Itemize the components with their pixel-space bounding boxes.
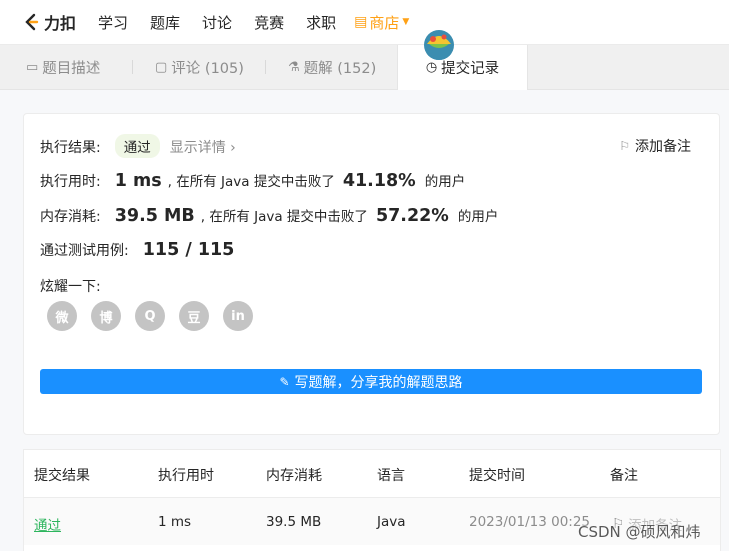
leetcode-logo-icon	[25, 13, 39, 31]
nav-item-contest[interactable]: 竞赛	[254, 12, 284, 33]
add-note-label: 添加备注	[635, 139, 691, 155]
add-note-button[interactable]: ⚐ 添加备注	[619, 136, 691, 156]
header-note: 备注	[610, 468, 638, 484]
header-time: 提交时间	[469, 468, 525, 484]
result-row: 执行结果: 通过 显示详情 ›	[40, 134, 236, 158]
watermark: CSDN @硕风和炜	[578, 523, 701, 541]
nav-item-problems[interactable]: 题库	[150, 12, 180, 33]
header-status: 提交结果	[34, 468, 90, 484]
mascot-avatar	[424, 30, 454, 60]
nav-item-jobs[interactable]: 求职	[306, 12, 336, 33]
comment-icon: ▢	[155, 59, 168, 75]
row-time: 2023/01/13 00:25	[469, 514, 591, 530]
memory-value: 39.5 MB	[114, 206, 195, 226]
table-header: 提交结果 执行用时 内存消耗 语言 提交时间 备注	[24, 450, 720, 498]
store-icon: ▤	[354, 14, 368, 30]
runtime-percent: 41.18%	[342, 171, 416, 191]
weibo-icon[interactable]: 博	[91, 301, 121, 331]
nav-item-discuss[interactable]: 讨论	[202, 12, 232, 33]
share-label: 炫耀一下:	[40, 279, 101, 295]
tests-label: 通过测试用例:	[40, 243, 129, 259]
problem-tabs: ▭ 题目描述 ▢ 评论 (105) ⚗ 题解 (152) ◷ 提交记录	[0, 45, 729, 90]
wechat-icon[interactable]: 微	[47, 301, 77, 331]
result-label: 执行结果:	[40, 140, 101, 156]
flask-icon: ⚗	[288, 59, 300, 75]
row-language: Java	[377, 514, 406, 530]
show-details-link[interactable]: 显示详情 ›	[170, 137, 236, 157]
status-badge: 通过	[114, 134, 160, 158]
row-memory: 39.5 MB	[266, 514, 322, 530]
document-icon: ▭	[26, 59, 39, 75]
douban-icon[interactable]: 豆	[179, 301, 209, 331]
brand-name: 力扣	[44, 14, 77, 33]
tab-comments[interactable]: ▢ 评论 (105)	[155, 45, 244, 89]
nav-item-store[interactable]: ▤ 商店 ▼	[354, 12, 409, 33]
flag-icon: ⚐	[619, 139, 630, 153]
tab-label: 评论 (105)	[171, 60, 244, 77]
caret-down-icon: ▼	[402, 17, 410, 27]
pencil-icon: ✎	[279, 374, 290, 389]
tab-label: 提交记录	[441, 61, 500, 77]
memory-suffix: 的用户	[457, 209, 499, 225]
memory-label: 内存消耗:	[40, 209, 101, 225]
header-memory: 内存消耗	[266, 468, 322, 484]
runtime-label: 执行用时:	[40, 174, 101, 190]
row-status-link[interactable]: 通过	[34, 514, 61, 534]
row-runtime: 1 ms	[158, 514, 192, 530]
linkedin-icon[interactable]: in	[223, 301, 253, 331]
runtime-row: 执行用时: 1 ms , 在所有 Java 提交中击败了 41.18% 的用户	[40, 170, 465, 191]
submission-result-card: 执行结果: 通过 显示详情 › ⚐ 添加备注 执行用时: 1 ms , 在所有 …	[23, 113, 720, 435]
runtime-value: 1 ms	[114, 171, 162, 191]
share-buttons: 微 博 Q 豆 in	[47, 301, 267, 331]
tab-solutions[interactable]: ⚗ 题解 (152)	[288, 45, 376, 89]
header-language: 语言	[377, 468, 405, 484]
runtime-desc: , 在所有 Java 提交中击败了	[167, 174, 335, 190]
clock-icon: ◷	[425, 60, 438, 75]
tab-submissions[interactable]: ◷ 提交记录	[397, 45, 528, 90]
runtime-suffix: 的用户	[424, 174, 466, 190]
nav-item-learn[interactable]: 学习	[98, 12, 128, 33]
memory-row: 内存消耗: 39.5 MB , 在所有 Java 提交中击败了 57.22% 的…	[40, 205, 498, 226]
tab-label: 题解 (152)	[303, 60, 377, 77]
memory-percent: 57.22%	[375, 206, 449, 226]
write-solution-button[interactable]: ✎ 写题解，分享我的解题思路	[40, 369, 702, 394]
header-runtime: 执行用时	[158, 468, 214, 484]
leetcode-logo[interactable]: 力扣	[22, 0, 76, 44]
tab-label: 题目描述	[42, 60, 101, 77]
write-solution-label: 写题解，分享我的解题思路	[294, 374, 463, 391]
top-nav: 力扣 学习 题库 讨论 竞赛 求职 ▤ 商店 ▼	[0, 0, 729, 45]
share-row-label: 炫耀一下:	[40, 276, 101, 296]
memory-desc: , 在所有 Java 提交中击败了	[200, 209, 368, 225]
qq-icon[interactable]: Q	[135, 301, 165, 331]
tab-description[interactable]: ▭ 题目描述	[26, 45, 100, 89]
tests-value: 115 / 115	[142, 240, 235, 260]
tests-row: 通过测试用例: 115 / 115	[40, 240, 234, 260]
store-label: 商店	[369, 13, 400, 32]
